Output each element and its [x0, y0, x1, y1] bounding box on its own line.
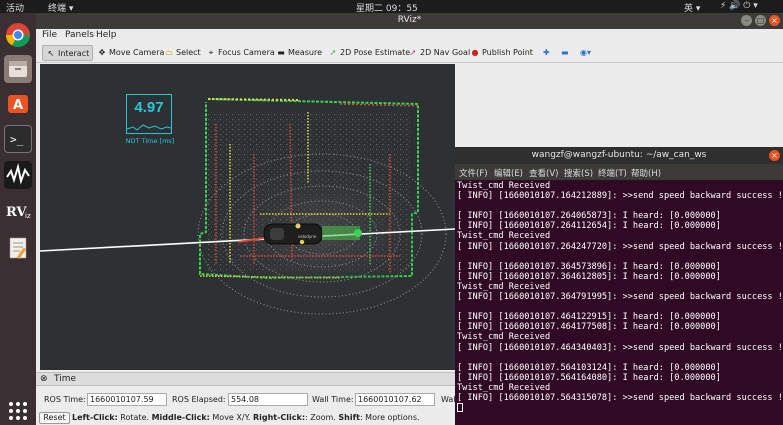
chrome-icon[interactable]	[4, 21, 32, 49]
select-box-icon: ▭	[165, 48, 173, 57]
terminal-output[interactable]: Twist_cmd Received[ INFO] [1660010107.16…	[457, 181, 783, 425]
terminal-title: wangzf@wangzf-ubuntu: ~/aw_can_ws	[531, 150, 707, 160]
show-apps-icon[interactable]	[4, 397, 32, 425]
ndt-time-sparkline	[127, 124, 171, 131]
desktop: 活动 终端 ▾ 星期二 09：55 英 ▾ ⚡ 🔊 ⏻ ▾ A >_ RV iz…	[0, 0, 783, 425]
add-tool-icon[interactable]: ✚	[540, 45, 553, 61]
close-icon[interactable]: ×	[769, 15, 780, 26]
svg-text:>_: >_	[10, 133, 24, 146]
ndt-time-label: NDT Time [ms]	[125, 137, 175, 145]
svg-text:velodyne: velodyne	[298, 234, 317, 239]
terminal-line: [ INFO] [1660010107.364791995]: >>send s…	[457, 292, 783, 303]
terminal-line: Twist_cmd Received	[457, 181, 551, 191]
terminal-line: [ INFO] [1660010107.264112654]: I heard:…	[457, 221, 721, 232]
point-cloud-view: velodyne	[40, 98, 455, 315]
terminal-line: [ INFO] [1660010107.464177508]: I heard:…	[457, 322, 721, 333]
pin-icon: ●	[471, 48, 479, 57]
pose-estimate-tool-button[interactable]: ➚ 2D Pose Estimate	[325, 45, 413, 61]
terminal-cursor	[457, 403, 463, 413]
terminal-menu-file[interactable]: 文件(F)	[459, 167, 488, 179]
text-editor-icon[interactable]	[4, 233, 32, 261]
reset-button[interactable]: Reset	[39, 412, 70, 424]
terminal-line: [ INFO] [1660010107.164212889]: >>send s…	[457, 191, 783, 202]
window-title: RViz*	[397, 15, 422, 25]
time-panel-title: Time	[54, 374, 77, 384]
move-icon: ✥	[98, 48, 106, 57]
menu-panels[interactable]: Panels	[65, 30, 94, 40]
terminal-line: [ INFO] [1660010107.464340403]: >>send s…	[457, 342, 783, 353]
rviz-icon[interactable]: RV iz	[4, 197, 32, 225]
focus-icon: ⌖	[208, 48, 214, 57]
ros-time-label: ROS Time:	[44, 395, 86, 404]
svg-text:iz: iz	[25, 212, 31, 220]
waveform-app-icon[interactable]	[4, 161, 32, 189]
3d-viewport[interactable]: velodyne 4.97 NDT Time [ms]	[40, 64, 455, 370]
terminal-line: [ INFO] [1660010107.564315078]: >>send s…	[457, 392, 783, 403]
files-icon[interactable]	[4, 55, 32, 83]
ndt-time-value: 4.97	[134, 99, 164, 116]
move-camera-tool-button[interactable]: ✥ Move Camera	[94, 45, 167, 61]
interact-tool-button[interactable]: ↖ Interact	[42, 45, 94, 61]
menu-bar: File Panels Help	[36, 29, 783, 42]
publish-point-tool-button[interactable]: ● Publish Point	[467, 45, 536, 61]
terminal-title-bar[interactable]: wangzf@wangzf-ubuntu: ~/aw_can_ws ×	[455, 147, 783, 164]
status-hint: Left-Click: Rotate. Middle-Click: Move X…	[72, 413, 420, 422]
terminal-window: wangzf@wangzf-ubuntu: ~/aw_can_ws × 文件(F…	[455, 147, 783, 425]
wall-time-field[interactable]: 1660010107.62	[355, 393, 435, 406]
pink-arrow-icon: ➚	[409, 48, 417, 57]
ruler-icon: ▬	[277, 48, 285, 57]
system-top-bar: 活动 终端 ▾ 星期二 09：55 英 ▾ ⚡ 🔊 ⏻ ▾	[0, 0, 783, 14]
green-arrow-icon: ➚	[329, 48, 337, 57]
wall-elapsed-label: Wal	[441, 395, 456, 404]
terminal-line: [ INFO] [1660010107.364573896]: I heard:…	[457, 261, 721, 272]
terminal-line	[457, 403, 783, 413]
terminal-line: Twist_cmd Received	[457, 382, 551, 393]
ros-elapsed-label: ROS Elapsed:	[172, 395, 226, 404]
terminal-icon[interactable]: >_	[4, 125, 32, 153]
cursor-icon: ↖	[47, 49, 55, 58]
wall-time-label: Wall Time:	[312, 395, 354, 404]
terminal-menu-search[interactable]: 搜索(S)	[564, 167, 593, 179]
terminal-line: [ INFO] [1660010107.464122915]: I heard:…	[457, 312, 721, 323]
terminal-line: [ INFO] [1660010107.564164080]: I heard:…	[457, 372, 721, 383]
terminal-line: [ INFO] [1660010107.264065873]: I heard:…	[457, 211, 721, 222]
ros-elapsed-field[interactable]: 554.08	[228, 393, 308, 406]
terminal-menu-help[interactable]: 帮助(H)	[631, 167, 661, 179]
focus-camera-tool-button[interactable]: ⌖ Focus Camera	[203, 45, 278, 61]
terminal-line: Twist_cmd Received	[457, 332, 551, 343]
terminal-line: [ INFO] [1660010107.364612805]: I heard:…	[457, 271, 721, 282]
terminal-line: Twist_cmd Received	[457, 281, 551, 292]
rviz-title-bar[interactable]: RViz* – □ ×	[36, 13, 783, 29]
terminal-line: [ INFO] [1660010107.264247720]: >>send s…	[457, 241, 783, 252]
dock: A >_ RV iz	[0, 13, 36, 425]
terminal-menu-edit[interactable]: 编辑(E)	[494, 167, 523, 179]
minimize-icon[interactable]: –	[741, 15, 752, 26]
terminal-line: [ INFO] [1660010107.564103124]: I heard:…	[457, 362, 721, 373]
system-status-icons[interactable]: ⚡ 🔊 ⏻ ▾	[720, 1, 758, 11]
ndt-time-overlay: 4.97	[126, 94, 172, 134]
measure-tool-button[interactable]: ▬ Measure	[273, 45, 325, 61]
software-center-icon[interactable]: A	[4, 89, 32, 117]
terminal-menu-view[interactable]: 查看(V)	[529, 167, 558, 179]
terminal-menu-terminal[interactable]: 终端(T)	[598, 167, 627, 179]
maximize-icon[interactable]: □	[755, 15, 766, 26]
nav-goal-tool-button[interactable]: ➚ 2D Nav Goal	[405, 45, 473, 61]
menu-file[interactable]: File	[42, 30, 57, 40]
terminal-close-icon[interactable]: ×	[769, 150, 780, 161]
ros-time-field[interactable]: 1660010107.59	[87, 393, 167, 406]
collapse-icon[interactable]: ⊗	[40, 374, 48, 384]
terminal-menu-bar: 文件(F) 编辑(E) 查看(V) 搜索(S) 终端(T) 帮助(H)	[455, 164, 783, 180]
svg-text:A: A	[13, 98, 23, 113]
remove-tool-icon[interactable]: ▬	[558, 45, 572, 61]
select-tool-button[interactable]: ▭ Select	[161, 45, 204, 61]
tool-bar: ↖ Interact ✥ Move Camera ▭ Select ⌖ Focus Ca…	[36, 43, 783, 63]
menu-help[interactable]: Help	[96, 30, 117, 40]
terminal-line: Twist_cmd Received	[457, 231, 551, 242]
tool-properties-icon[interactable]: ◉▾	[577, 45, 594, 61]
